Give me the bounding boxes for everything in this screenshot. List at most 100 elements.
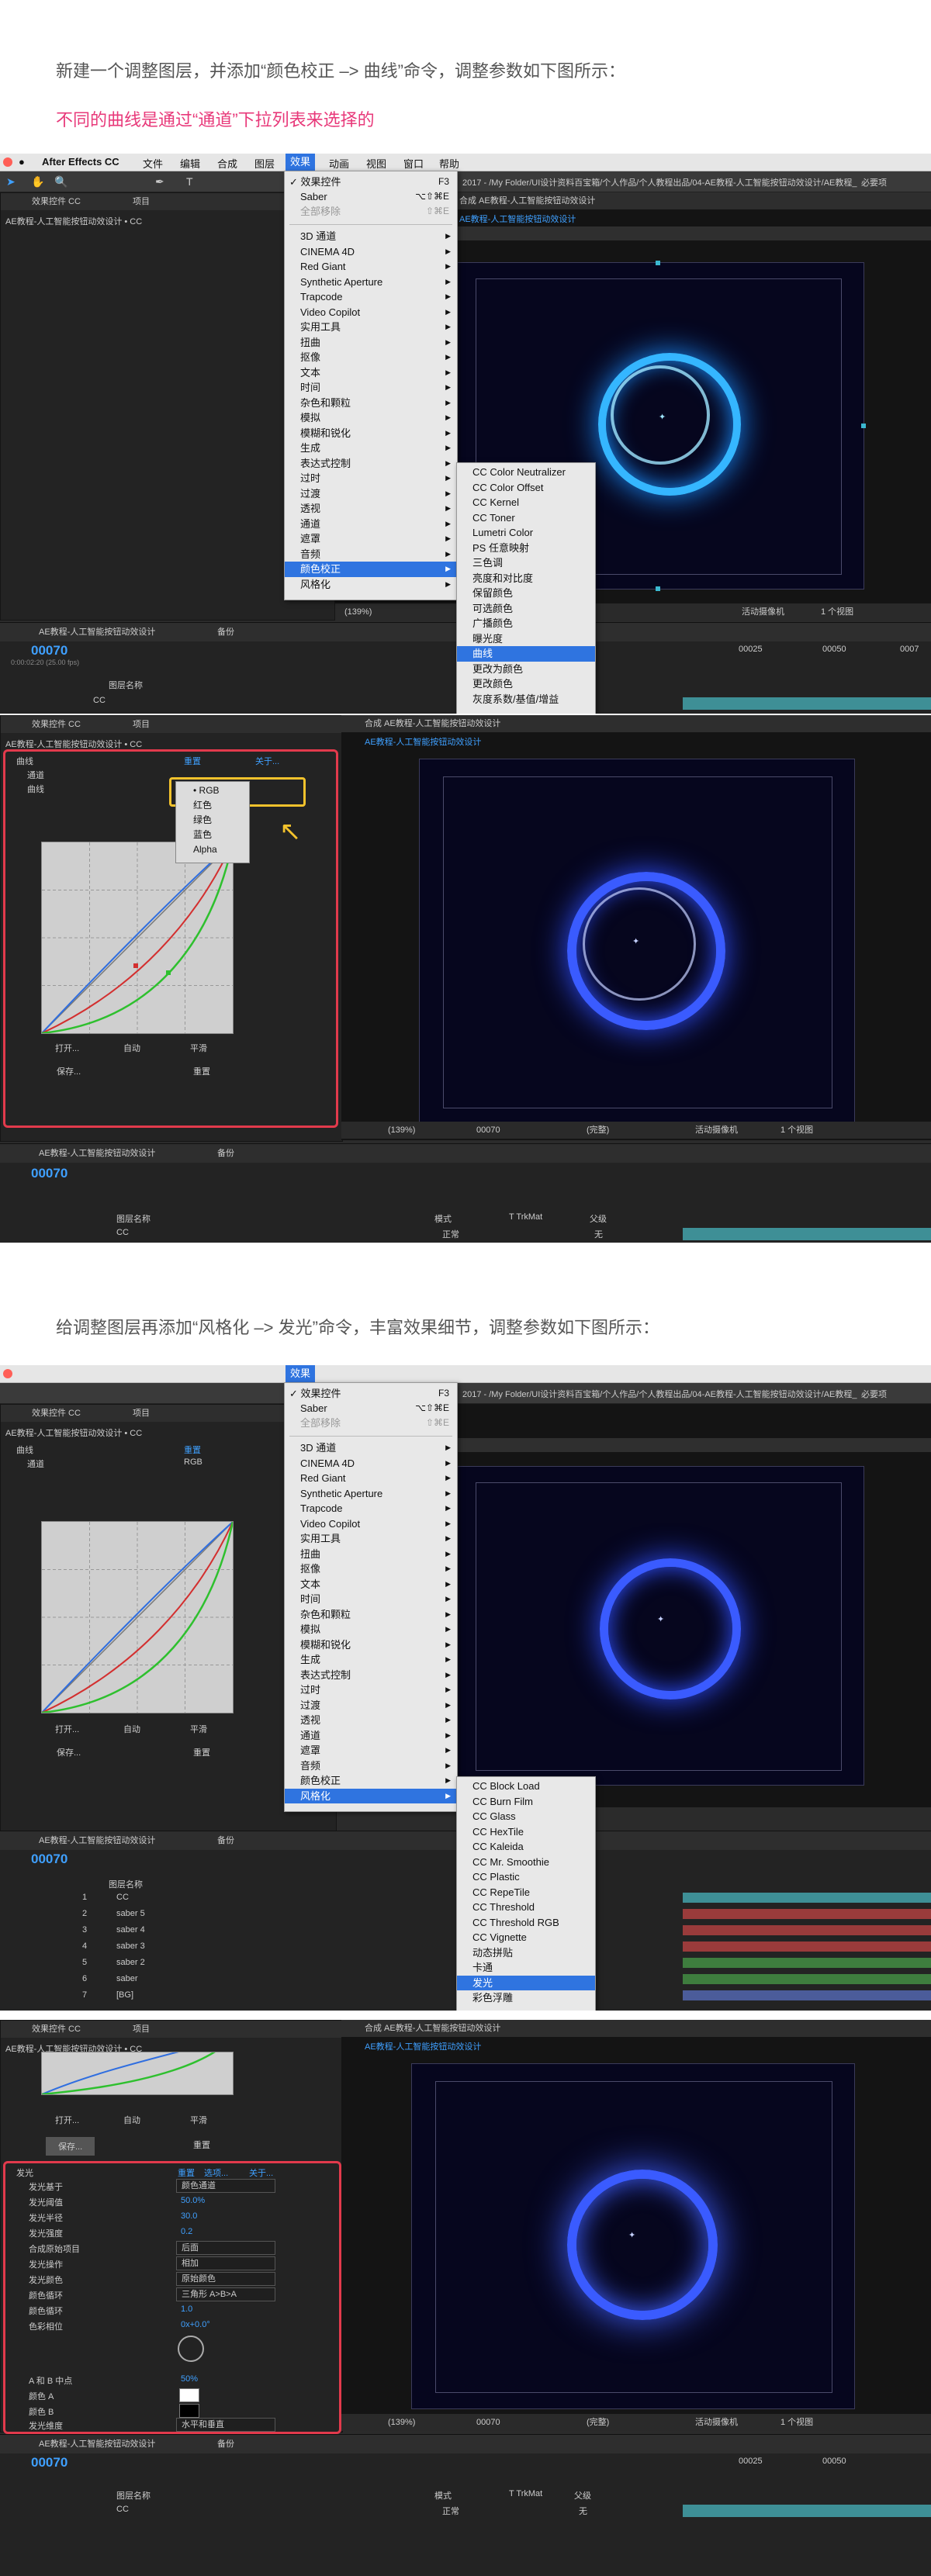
anchor-icon[interactable]: ✦	[659, 412, 666, 422]
menu3-item-c4d[interactable]: CINEMA 4D ▶	[285, 1456, 457, 1471]
menu-item-blur[interactable]: 模糊和锐化 ▶	[285, 426, 457, 441]
menu-item-stylize[interactable]: 风格化 ▶	[285, 577, 457, 593]
views-select-2[interactable]: 1 个视图	[780, 1122, 813, 1139]
text-tool-icon[interactable]: T	[186, 175, 193, 188]
menu3-item-generate[interactable]: 生成 ▶	[285, 1652, 457, 1668]
submenu-cc-glass[interactable]: CC Glass	[457, 1809, 595, 1824]
channel-option-rgb[interactable]: • RGB	[176, 783, 249, 798]
menu3-item-transition[interactable]: 过渡 ▶	[285, 1698, 457, 1713]
menu3-item-simulation[interactable]: 模拟 ▶	[285, 1622, 457, 1637]
layer-parent-4[interactable]: 无	[579, 2505, 587, 2517]
submenu-curves[interactable]: 曲线	[457, 646, 595, 662]
anchor-icon-2[interactable]: ✦	[632, 936, 639, 946]
timecode-2[interactable]: 00070	[31, 1166, 67, 1181]
menu-help[interactable]: 帮助	[439, 156, 459, 171]
submenu-cc-kaleida[interactable]: CC Kaleida	[457, 1839, 595, 1855]
menu-item-red-giant[interactable]: Red Giant ▶	[285, 259, 457, 275]
quality-select-2[interactable]: (完整)	[587, 1122, 609, 1139]
menu-item-cinema4d[interactable]: CINEMA 4D ▶	[285, 244, 457, 260]
curves-smooth-3[interactable]: 平滑	[190, 1723, 207, 1735]
menu-item-saber[interactable]: Saber ⌥⇧⌘E	[285, 189, 457, 205]
submenu-cc-color-offset[interactable]: CC Color Offset	[457, 480, 595, 496]
submenu-cc-toner[interactable]: CC Toner	[457, 510, 595, 526]
backup-tab-3[interactable]: 备份	[217, 1831, 234, 1850]
submenu-change-to-color[interactable]: 更改为颜色	[457, 662, 595, 677]
channel-option-green[interactable]: 绿色	[176, 813, 249, 828]
layer-row-cc-2[interactable]: CC	[116, 1228, 129, 1237]
timeline-tab-4[interactable]: AE教程-人工智能按钮动效设计	[39, 2435, 155, 2453]
curves-reset2-4[interactable]: 重置	[193, 2139, 210, 2151]
submenu-cc-hextile[interactable]: CC HexTile	[457, 1824, 595, 1840]
menu-item-obsolete[interactable]: 过时 ▶	[285, 471, 457, 486]
effect-controls-tab-3[interactable]: 效果控件 CC	[32, 1405, 81, 1422]
menu-item-channel[interactable]: 通道 ▶	[285, 517, 457, 532]
timeline-tab-3[interactable]: AE教程-人工智能按钮动效设计	[39, 1831, 155, 1850]
layer-bar-4[interactable]	[683, 2505, 931, 2517]
curves-auto-3[interactable]: 自动	[123, 1723, 140, 1735]
menu-item-keying[interactable]: 抠像 ▶	[285, 350, 457, 365]
layer-bar[interactable]	[683, 697, 931, 710]
submenu-motion-tile[interactable]: 动态拼贴	[457, 1945, 595, 1961]
submenu-cc-repetile[interactable]: CC RepeTile	[457, 1885, 595, 1900]
menu3-item-video-copilot[interactable]: Video Copilot ▶	[285, 1516, 457, 1532]
curves-reset-3[interactable]: 重置	[184, 1444, 201, 1456]
menu3-item-color-correction[interactable]: 颜色校正 ▶	[285, 1773, 457, 1789]
menu3-item-3d[interactable]: 3D 通道 ▶	[285, 1440, 457, 1456]
close-dot[interactable]	[3, 157, 12, 167]
camera-select[interactable]: 活动摄像机	[742, 603, 784, 621]
menu3-item-expression[interactable]: 表达式控制 ▶	[285, 1668, 457, 1683]
effect-controls-tab-2[interactable]: 效果控件 CC 项目	[1, 716, 342, 733]
menu3-item-trapcode[interactable]: Trapcode ▶	[285, 1501, 457, 1516]
menu-layer[interactable]: 图层	[254, 156, 275, 171]
anchor-icon-4[interactable]: ✦	[628, 2230, 635, 2240]
workspace-label[interactable]: 必要项	[861, 176, 887, 188]
backup-tab-4[interactable]: 备份	[217, 2435, 234, 2453]
anchor-icon-3[interactable]: ✦	[657, 1614, 664, 1624]
layer-row-cc[interactable]: CC	[93, 696, 106, 705]
submenu-ps-map[interactable]: PS 任意映射	[457, 541, 595, 556]
layer-mode-4[interactable]: 正常	[442, 2505, 459, 2517]
submenu-cc-threshold-rgb[interactable]: CC Threshold RGB	[457, 1915, 595, 1931]
curves-save-3[interactable]: 保存...	[57, 1746, 81, 1758]
menu3-item-keying[interactable]: 抠像 ▶	[285, 1561, 457, 1577]
menu-app[interactable]: After Effects CC	[42, 156, 119, 168]
menu3-item-audio[interactable]: 音频 ▶	[285, 1758, 457, 1774]
project-tab-3[interactable]: 项目	[133, 1405, 150, 1422]
menu-item-audio[interactable]: 音频 ▶	[285, 547, 457, 562]
menu-item-utility[interactable]: 实用工具 ▶	[285, 320, 457, 335]
menu-item-expression[interactable]: 表达式控制 ▶	[285, 456, 457, 472]
curves-save-4[interactable]: 保存...	[46, 2137, 95, 2156]
submenu-cc-color-neutralizer[interactable]: CC Color Neutralizer	[457, 465, 595, 480]
submenu-broadcast-colors[interactable]: 广播颜色	[457, 616, 595, 631]
menu3-item-matte[interactable]: 遮罩 ▶	[285, 1743, 457, 1758]
curves-graph-3[interactable]	[41, 1521, 234, 1714]
layer-row-cc-4[interactable]: CC	[116, 2505, 129, 2514]
menu-edit[interactable]: 编辑	[180, 156, 200, 171]
curves-graph-4[interactable]	[41, 2052, 234, 2095]
comp-tab-4[interactable]: 合成 AE教程-人工智能按钮动效设计	[365, 2020, 500, 2037]
submenu-gamma[interactable]: 灰度系数/基值/增益	[457, 692, 595, 707]
submenu-change-color[interactable]: 更改颜色	[457, 676, 595, 692]
menu-item-time[interactable]: 时间 ▶	[285, 380, 457, 396]
menu-composition[interactable]: 合成	[217, 156, 237, 171]
channel-value-3[interactable]: RGB	[184, 1457, 202, 1467]
menu-item-synthetic-aperture[interactable]: Synthetic Aperture ▶	[285, 275, 457, 290]
timecode[interactable]: 00070	[31, 643, 67, 659]
submenu-color-emboss[interactable]: 彩色浮雕	[457, 1990, 595, 2006]
zoom-tool-icon[interactable]: 🔍	[54, 175, 67, 188]
comp-timecode-2[interactable]: 00070	[476, 1122, 500, 1139]
menu3-item-blur[interactable]: 模糊和锐化 ▶	[285, 1637, 457, 1653]
layer-parent-2[interactable]: 无	[594, 1228, 603, 1240]
zoom-select-4[interactable]: (139%)	[388, 2414, 415, 2431]
menu-effect[interactable]: 效果	[286, 154, 316, 171]
quality-select-4[interactable]: (完整)	[587, 2414, 609, 2431]
menu3-item-distort[interactable]: 扭曲 ▶	[285, 1547, 457, 1562]
close-dot-3[interactable]	[3, 1369, 12, 1378]
zoom-select-2[interactable]: (139%)	[388, 1122, 415, 1139]
menu3-item-saber[interactable]: Saber ⌥⇧⌘E	[285, 1401, 457, 1416]
submenu-cc-burn-film[interactable]: CC Burn Film	[457, 1794, 595, 1810]
curves-auto-4[interactable]: 自动	[123, 2114, 140, 2126]
project-tab[interactable]: 项目	[133, 193, 150, 210]
menu-effect-3[interactable]: 效果	[286, 1365, 316, 1382]
submenu-cc-threshold[interactable]: CC Threshold	[457, 1900, 595, 1915]
